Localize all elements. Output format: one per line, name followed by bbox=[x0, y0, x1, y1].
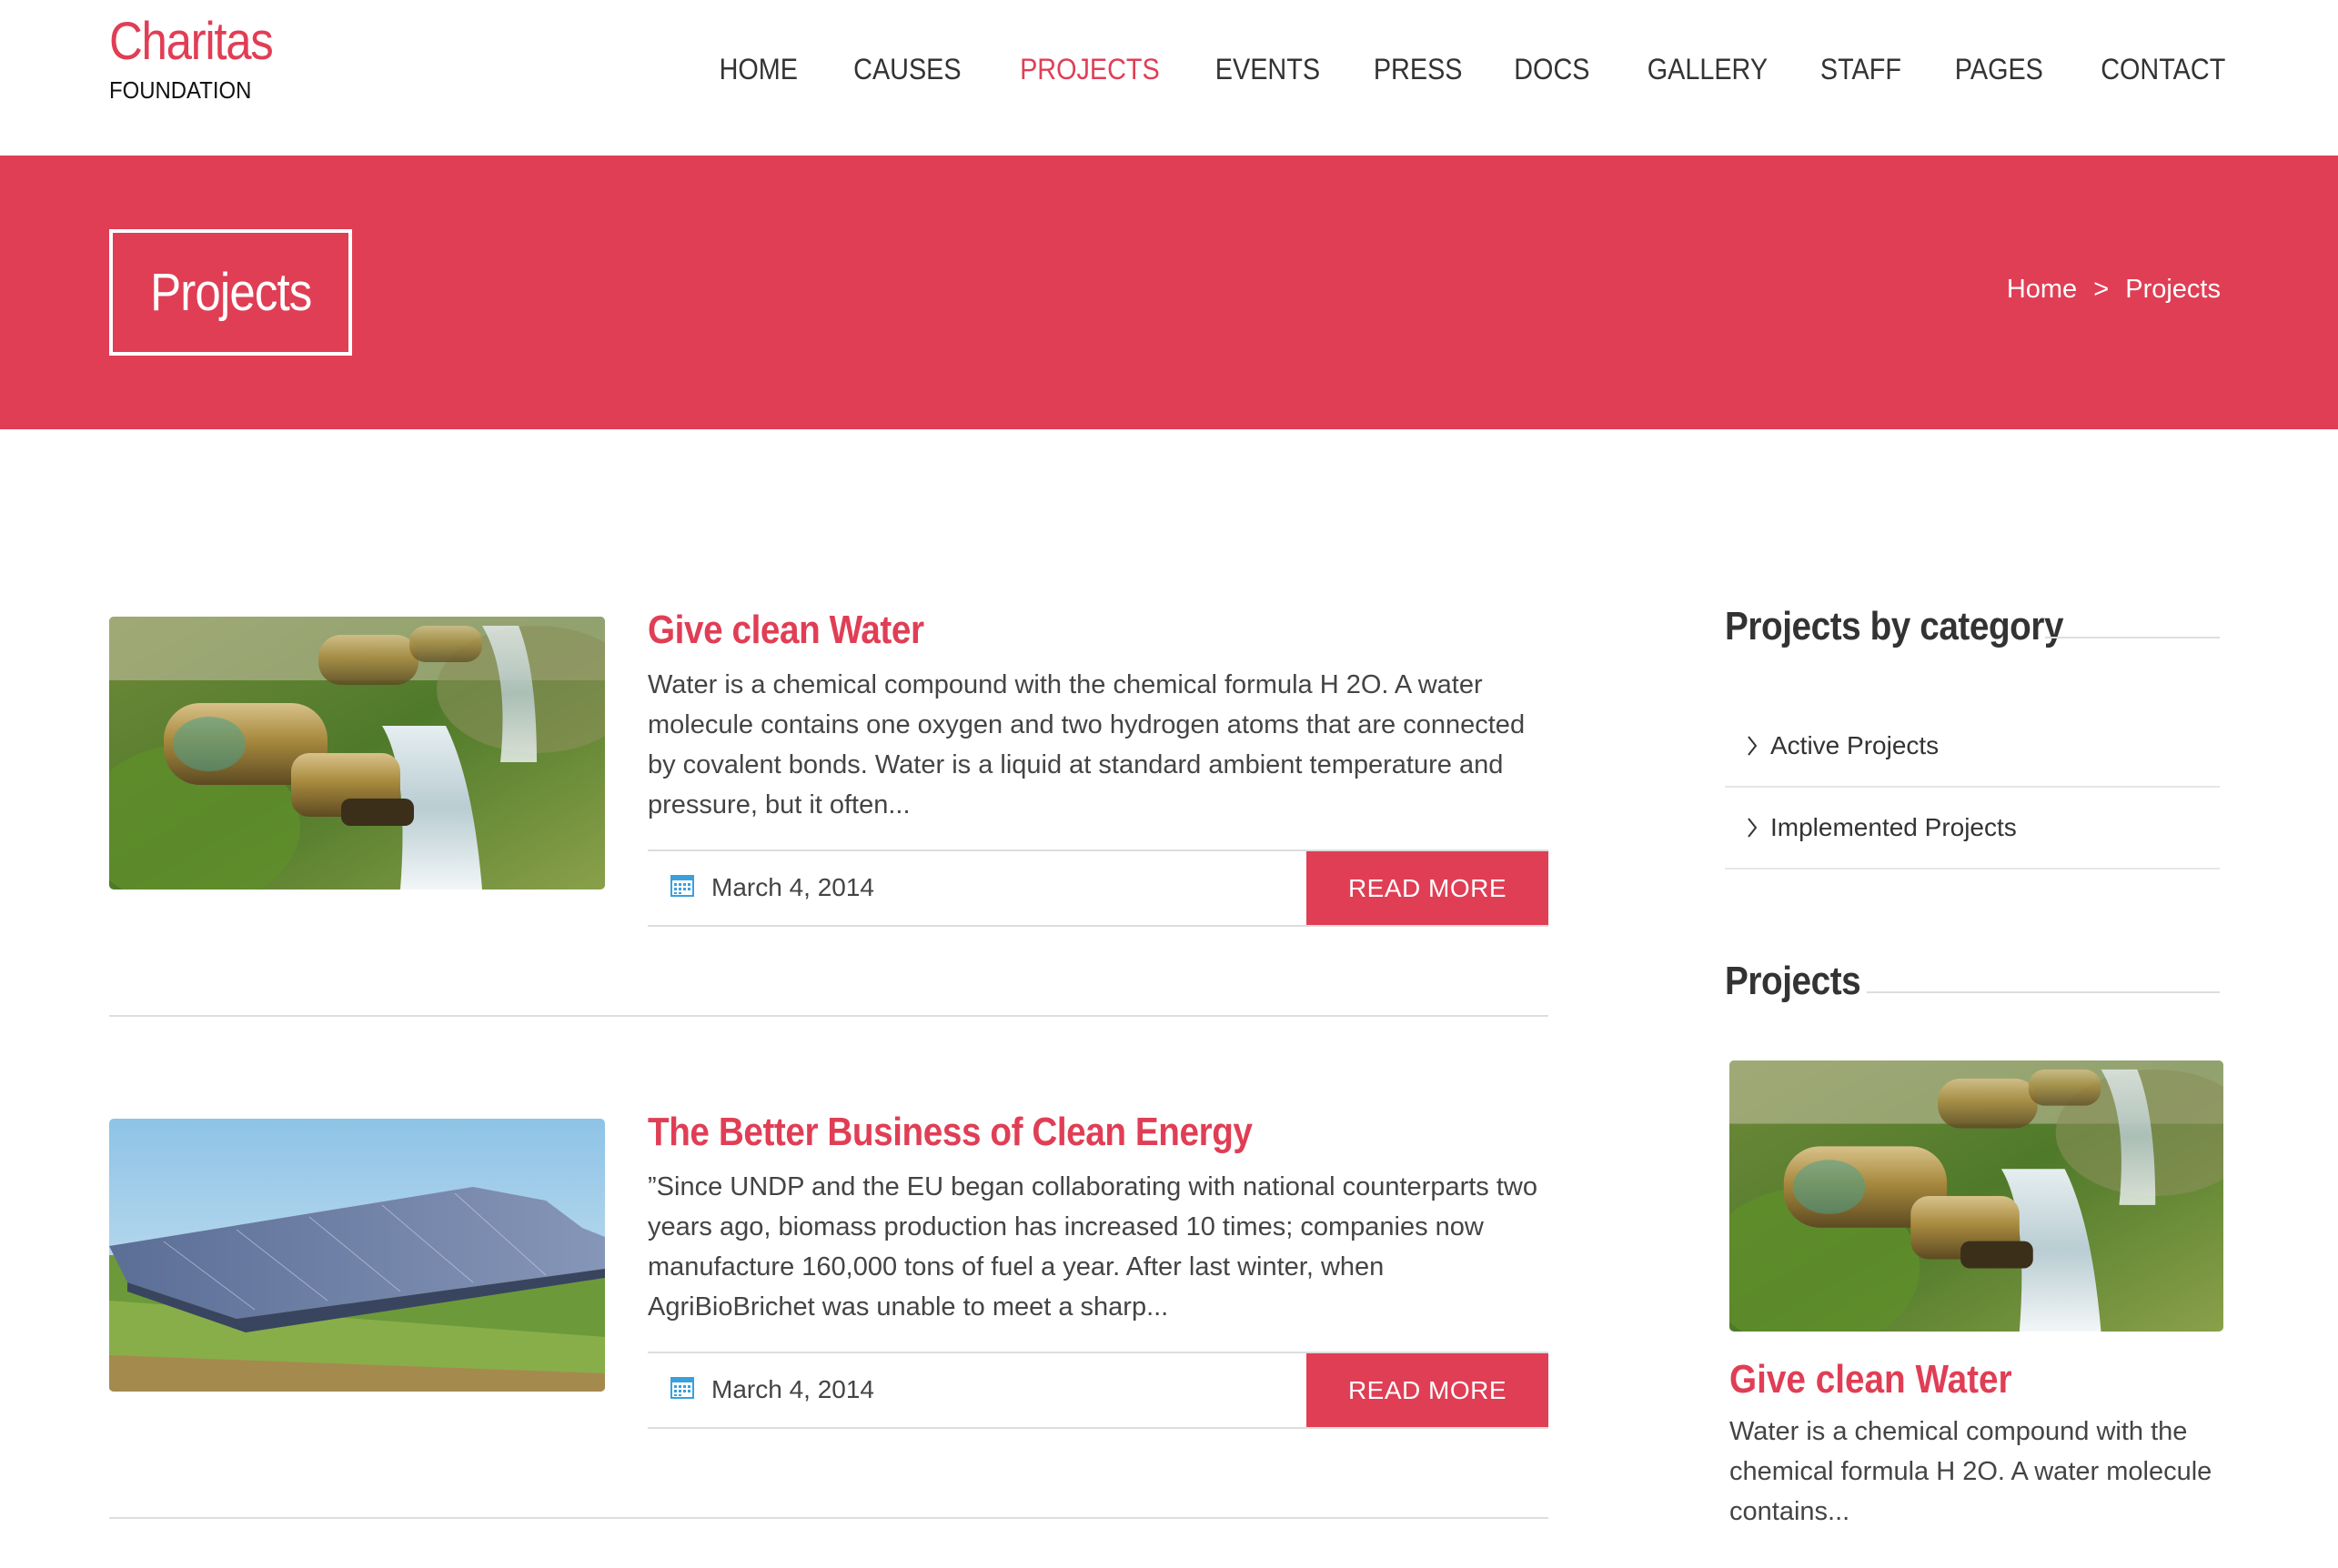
water-tap-image bbox=[1729, 1060, 2223, 1332]
page-title-box: Projects bbox=[109, 229, 352, 356]
nav-press[interactable]: PRESS bbox=[1374, 47, 1463, 91]
breadcrumb-home[interactable]: Home bbox=[2007, 275, 2077, 304]
featured-project-excerpt: Water is a chemical compound with the ch… bbox=[1729, 1417, 2212, 1526]
calendar-icon bbox=[670, 1377, 694, 1399]
widget-title-line bbox=[1867, 991, 2220, 993]
site-logo[interactable]: Charitas FOUNDATION bbox=[109, 13, 295, 105]
divider bbox=[109, 1015, 1548, 1017]
page-banner: Projects Home > Projects bbox=[0, 156, 2338, 429]
featured-project-image[interactable] bbox=[1729, 1060, 2223, 1332]
project-meta: March 4, 2014 READ MORE bbox=[648, 1352, 1548, 1429]
category-active-projects[interactable]: Active Projects bbox=[1725, 706, 2220, 788]
project-title[interactable]: Give clean Water bbox=[648, 608, 924, 653]
project-image[interactable] bbox=[109, 1119, 605, 1392]
breadcrumb-separator: > bbox=[2093, 275, 2110, 304]
nav-pages[interactable]: PAGES bbox=[1955, 47, 2043, 91]
site-header: Charitas FOUNDATION HOME CAUSES PROJECTS… bbox=[0, 0, 2338, 156]
nav-docs[interactable]: DOCS bbox=[1515, 47, 1590, 91]
nav-events[interactable]: EVENTS bbox=[1215, 47, 1320, 91]
categories-widget-title: Projects by category bbox=[1725, 604, 2064, 648]
water-tap-image bbox=[109, 617, 605, 890]
project-image[interactable] bbox=[109, 617, 605, 890]
divider bbox=[109, 1517, 1548, 1519]
project-date: March 4, 2014 bbox=[711, 1375, 874, 1403]
logo-tagline: FOUNDATION bbox=[109, 76, 252, 104]
chevron-right-icon bbox=[1748, 818, 1758, 838]
breadcrumb-current: Projects bbox=[2125, 275, 2221, 304]
read-more-button[interactable]: READ MORE bbox=[1306, 851, 1548, 925]
featured-project-title[interactable]: Give clean Water bbox=[1729, 1357, 2012, 1402]
category-label: Active Projects bbox=[1770, 731, 1940, 759]
logo-title[interactable]: Charitas bbox=[109, 13, 274, 71]
widget-title-line bbox=[2045, 637, 2220, 638]
calendar-icon bbox=[670, 875, 694, 897]
project-meta: March 4, 2014 READ MORE bbox=[648, 849, 1548, 927]
solar-panels-image bbox=[109, 1119, 605, 1392]
read-more-button[interactable]: READ MORE bbox=[1306, 1353, 1548, 1427]
nav-projects[interactable]: PROJECTS bbox=[1020, 47, 1160, 91]
breadcrumb: Home > Projects bbox=[2007, 275, 2221, 305]
main-nav: HOME CAUSES PROJECTS EVENTS PRESS DOCS G… bbox=[667, 47, 2225, 91]
nav-causes[interactable]: CAUSES bbox=[853, 47, 961, 91]
page-title: Projects bbox=[149, 263, 312, 322]
category-label: Implemented Projects bbox=[1770, 813, 2017, 841]
project-title[interactable]: The Better Business of Clean Energy bbox=[648, 1110, 1253, 1155]
nav-staff[interactable]: STAFF bbox=[1820, 47, 1901, 91]
nav-home[interactable]: HOME bbox=[719, 47, 797, 91]
projects-widget-title: Projects bbox=[1725, 959, 1861, 1003]
chevron-right-icon bbox=[1748, 736, 1758, 756]
project-date: March 4, 2014 bbox=[711, 873, 874, 901]
project-excerpt: ”Since UNDP and the EU began collaborati… bbox=[648, 1172, 1537, 1322]
nav-gallery[interactable]: GALLERY bbox=[1648, 47, 1768, 91]
category-implemented-projects[interactable]: Implemented Projects bbox=[1725, 788, 2220, 869]
project-excerpt: Water is a chemical compound with the ch… bbox=[648, 670, 1526, 819]
nav-contact[interactable]: CONTACT bbox=[2101, 47, 2225, 91]
